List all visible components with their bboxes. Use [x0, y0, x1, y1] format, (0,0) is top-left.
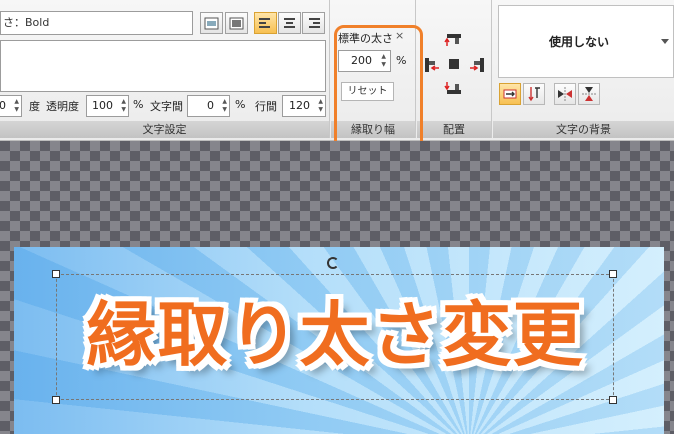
text-box-style-a-button[interactable] — [200, 12, 223, 34]
char-spacing-value: 0 — [207, 99, 214, 112]
chevron-down-icon[interactable] — [661, 39, 669, 44]
horizontal-text-icon — [503, 89, 517, 99]
text-box-a-icon — [204, 17, 219, 29]
stepper-arrows-icon[interactable]: ▲ ▼ — [318, 98, 323, 114]
text-settings-group: さ：Bold 0 ▲ ▼ 度 透明度 100 ▲ ▼ % 文字間 0 ▲ ▼ %… — [0, 0, 330, 138]
align-left-edge-icon[interactable] — [423, 56, 441, 74]
group-label-text-background: 文字の背景 — [493, 121, 674, 138]
align-center-icon — [284, 17, 295, 28]
opacity-unit: % — [133, 98, 144, 111]
align-bottom-icon[interactable] — [443, 80, 463, 96]
flip-vertical-icon — [582, 87, 596, 101]
opacity-stepper[interactable]: 100 ▲ ▼ — [86, 95, 129, 117]
resize-handle-bottom-right[interactable] — [609, 396, 617, 404]
align-right-icon — [309, 17, 320, 28]
stepper-arrows-icon[interactable]: ▲ ▼ — [14, 98, 19, 114]
stepper-arrows-icon[interactable]: ▲ ▼ — [222, 98, 227, 114]
text-box-b-icon — [229, 17, 244, 29]
stepper-arrows-icon[interactable]: ▲ ▼ — [121, 98, 126, 114]
font-style-field[interactable]: さ：Bold — [0, 11, 193, 35]
text-settings-row: 0 ▲ ▼ 度 透明度 100 ▲ ▼ % 文字間 0 ▲ ▼ % 行間 120 ▲ ▼ — [0, 95, 330, 117]
text-input-area[interactable] — [0, 40, 326, 92]
opacity-value: 100 — [92, 99, 113, 112]
group-label-text-settings: 文字設定 — [0, 121, 329, 138]
background-select[interactable]: 使用しない — [498, 5, 674, 78]
align-top-icon[interactable] — [443, 32, 463, 48]
align-center-icon[interactable] — [448, 58, 460, 70]
vertical-text-button[interactable] — [523, 83, 545, 105]
angle-unit: 度 — [29, 100, 40, 113]
text-box-style-b-button[interactable] — [225, 12, 248, 34]
char-spacing-label: 文字間 — [150, 100, 183, 113]
line-spacing-value: 120 — [289, 99, 310, 112]
align-left-button[interactable] — [254, 12, 277, 34]
angle-value: 0 — [0, 99, 6, 112]
rotate-icon[interactable] — [327, 257, 339, 269]
flip-vertical-button[interactable] — [578, 83, 600, 105]
line-spacing-label: 行間 — [255, 100, 277, 113]
horizontal-text-button[interactable] — [499, 83, 521, 105]
text-background-group: 使用しない 文字の背景 — [493, 0, 674, 138]
align-left-icon — [259, 17, 270, 28]
canvas-area[interactable]: 縁取り太さ変更 — [0, 141, 674, 434]
banner-text[interactable]: 縁取り太さ変更 — [50, 286, 620, 384]
vertical-text-icon — [528, 87, 540, 102]
flip-horizontal-icon — [558, 87, 572, 101]
line-spacing-stepper[interactable]: 120 ▲ ▼ — [282, 95, 326, 117]
char-spacing-stepper[interactable]: 0 ▲ ▼ — [187, 95, 230, 117]
resize-handle-top-left[interactable] — [52, 270, 60, 278]
background-select-value: 使用しない — [548, 35, 609, 49]
resize-handle-bottom-left[interactable] — [52, 396, 60, 404]
layout-group: 配置 — [417, 0, 492, 138]
align-center-button[interactable] — [278, 12, 301, 34]
char-spacing-unit: % — [235, 98, 246, 111]
angle-stepper[interactable]: 0 ▲ ▼ — [0, 95, 22, 117]
resize-handle-top-right[interactable] — [609, 270, 617, 278]
align-right-button[interactable] — [302, 12, 325, 34]
align-right-edge-icon[interactable] — [468, 56, 486, 74]
group-label-layout: 配置 — [417, 121, 491, 138]
opacity-label: 透明度 — [46, 100, 79, 113]
flip-horizontal-button[interactable] — [554, 83, 576, 105]
